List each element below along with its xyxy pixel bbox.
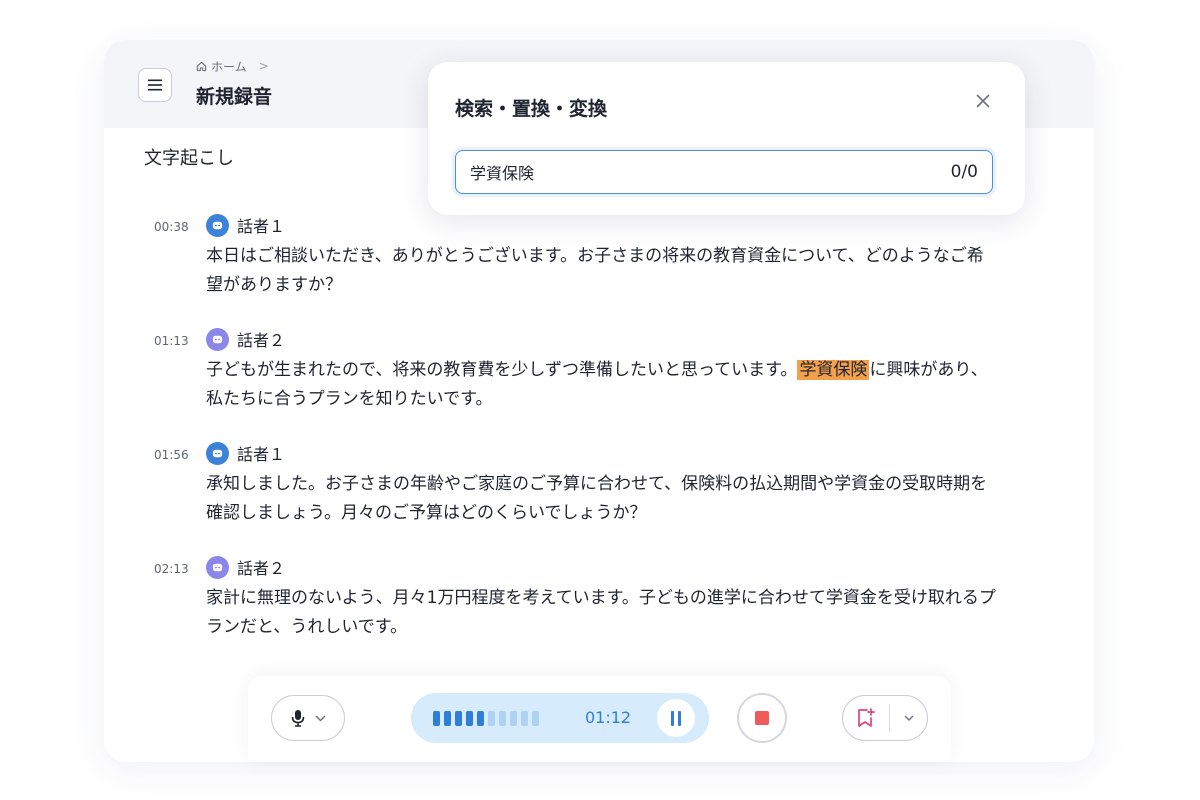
level-segment	[510, 711, 517, 726]
speaker-name: 話者２	[237, 559, 286, 578]
level-segment	[444, 711, 451, 726]
home-icon	[196, 61, 207, 71]
breadcrumb: ホーム >	[196, 58, 269, 74]
level-segment	[466, 711, 473, 726]
hamburger-icon	[148, 79, 162, 91]
transcript-text: 子どもが生まれたので、将来の教育費を少しずつ準備したいと思っています。 学資保険に…	[206, 356, 996, 414]
search-replace-dialog: 検索・置換・変換 0/0	[428, 62, 1025, 215]
speaker: 話者１	[206, 441, 285, 465]
level-segment	[455, 711, 462, 726]
bot-avatar-icon	[212, 335, 223, 343]
timestamp[interactable]: 02:13	[154, 562, 189, 576]
speaker: 話者２	[206, 555, 285, 579]
audio-level-meter	[433, 711, 539, 726]
speaker-avatar	[206, 555, 229, 579]
bookmark-menu-button[interactable]	[890, 696, 928, 740]
speaker-avatar	[206, 441, 229, 465]
speaker: 話者２	[206, 327, 285, 351]
speaker-name: 話者１	[237, 445, 286, 464]
recording-toolbar: 01:12	[248, 676, 951, 762]
breadcrumb-separator: >	[258, 59, 269, 73]
timestamp[interactable]: 01:56	[154, 448, 189, 462]
bookmark-add-icon	[858, 708, 875, 727]
recording-status: 01:12	[411, 693, 709, 743]
speaker-avatar	[206, 213, 229, 237]
pause-icon	[678, 710, 681, 726]
search-highlight: 学資保険	[797, 360, 870, 380]
timestamp[interactable]: 01:13	[154, 334, 189, 348]
chevron-down-icon	[314, 714, 326, 722]
speaker-name: 話者１	[237, 217, 286, 236]
level-segment	[488, 711, 495, 726]
transcript-text: 家計に無理のないよう、月々1万円程度を考えています。子どもの進学に合わせて学資金…	[206, 588, 996, 637]
text-segment: 子どもが生まれたので、将来の教育費を少しずつ準備したいと思っています。	[206, 360, 798, 380]
add-bookmark-button[interactable]	[843, 696, 889, 740]
bot-avatar-icon	[212, 449, 223, 457]
stop-button[interactable]	[737, 693, 787, 743]
speaker-avatar	[206, 327, 229, 351]
bot-avatar-icon	[212, 563, 223, 571]
close-button[interactable]	[970, 88, 996, 114]
dialog-title: 検索・置換・変換	[455, 98, 608, 120]
bookmark-control	[842, 695, 928, 741]
level-segment	[433, 711, 440, 726]
bot-avatar-icon	[212, 221, 223, 229]
match-count: 0/0	[950, 162, 978, 182]
transcript-text: 本日はご相談いただき、ありがとうございます。お子さまの将来の教育資金について、ど…	[206, 246, 984, 295]
breadcrumb-home-link[interactable]: ホーム	[211, 58, 247, 75]
level-segment	[477, 711, 484, 726]
level-segment	[521, 711, 528, 726]
search-box: 0/0	[455, 150, 993, 194]
speaker-name: 話者２	[237, 331, 286, 350]
level-segment	[532, 711, 539, 726]
stop-icon	[755, 711, 769, 725]
menu-button[interactable]	[138, 68, 172, 102]
pause-icon	[671, 710, 674, 726]
search-input[interactable]	[470, 151, 910, 192]
page-title: 新規録音	[196, 86, 273, 108]
speaker: 話者１	[206, 213, 285, 237]
recording-time: 01:12	[585, 708, 632, 727]
microphone-select-button[interactable]	[271, 695, 345, 741]
close-icon	[976, 94, 990, 108]
section-title: 文字起こし	[144, 148, 234, 169]
transcript-text: 承知しました。お子さまの年齢やご家庭のご予算に合わせて、保険料の払込期間や学資金…	[206, 474, 988, 523]
pause-button[interactable]	[657, 699, 695, 737]
timestamp[interactable]: 00:38	[154, 220, 189, 234]
level-segment	[499, 711, 506, 726]
microphone-icon	[291, 710, 304, 727]
chevron-down-icon	[904, 715, 914, 721]
